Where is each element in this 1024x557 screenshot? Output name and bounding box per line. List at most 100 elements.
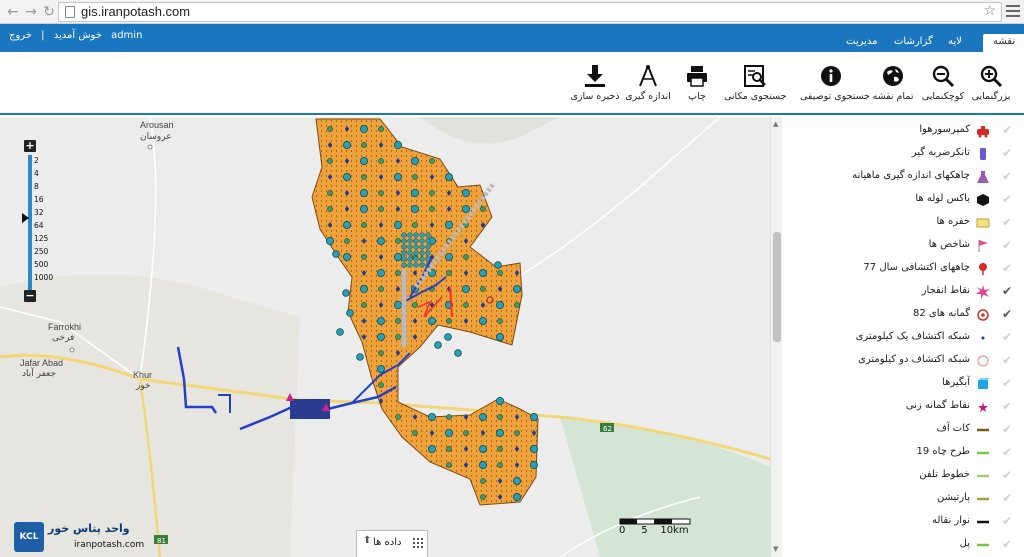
welcome-text: خوش آمدید	[53, 30, 102, 41]
browser-menu-icon[interactable]	[1006, 5, 1020, 19]
legend-item[interactable]: ✔ پارتیشن	[782, 488, 1024, 511]
layer-visibility-checkbox[interactable]: ✔	[1002, 169, 1012, 183]
layer-visibility-checkbox[interactable]: ✔	[1002, 491, 1012, 505]
legend-item[interactable]: ✔ چاهکهای اندازه گیری ماهیانه	[782, 166, 1024, 189]
scroll-thumb[interactable]	[773, 232, 781, 342]
dot-icon	[981, 336, 985, 340]
layer-visibility-checkbox[interactable]: ✔	[1002, 422, 1012, 436]
map-canvas[interactable]: 62 81 Arousan عروسان Farrokhi فرخی Jafar…	[0, 117, 770, 557]
legend-item[interactable]: ✔ شبکه اکتشاف دو کیلومتری	[782, 350, 1024, 373]
legend-item-label: خطوط تلفن	[919, 469, 970, 480]
legend-item[interactable]: ✔ تانکرضربه گیر	[782, 143, 1024, 166]
layer-visibility-checkbox[interactable]: ✔	[1002, 468, 1012, 482]
layer-visibility-checkbox[interactable]: ✔	[1002, 192, 1012, 206]
layer-visibility-checkbox[interactable]: ✔	[1002, 307, 1012, 321]
forward-arrow-icon[interactable]: →	[22, 3, 40, 21]
layer-visibility-checkbox[interactable]: ✔	[1002, 123, 1012, 137]
legend-item-label: شبکه اکتشاف دو کیلومتری	[858, 354, 970, 365]
place-label-en: Arousan	[140, 120, 174, 130]
legend-item-label: طرح چاه 19	[916, 446, 971, 457]
attribute-search-button[interactable]: جستجوی توصیفی	[800, 64, 870, 102]
tab-layer[interactable]: لایه	[938, 34, 972, 52]
target-icon	[977, 309, 989, 321]
data-panel-label: داده ها	[373, 537, 402, 548]
legend-item[interactable]: ✔ چاههای اکتشافی سال 77	[782, 258, 1024, 281]
place-label-fa: خور	[135, 381, 151, 391]
scroll-down-icon[interactable]: ▼	[773, 545, 778, 553]
legend-item[interactable]: ✔ طرح چاه 19	[782, 442, 1024, 465]
legend-item[interactable]: ✔ نقاط گمانه زنی	[782, 396, 1024, 419]
measure-button[interactable]: اندازه گیری	[617, 64, 679, 102]
legend-item[interactable]: ✔ باکس لوله ها	[782, 189, 1024, 212]
save-button[interactable]: ذخیره سازی	[564, 64, 626, 102]
layer-visibility-checkbox[interactable]: ✔	[1002, 215, 1012, 229]
full-extent-button[interactable]: تمام نقشه	[862, 64, 924, 102]
address-bar[interactable]: gis.iranpotash.com ☆	[58, 2, 1002, 22]
legend-item[interactable]: ✔ نقاط انفجار	[782, 281, 1024, 304]
place-dot	[69, 347, 75, 353]
place-label-fa: جعفر آباد	[22, 367, 56, 379]
zoom-minus-button[interactable]: −	[24, 290, 36, 302]
logout-link[interactable]: خروج	[9, 30, 32, 41]
layer-visibility-checkbox[interactable]: ✔	[1002, 284, 1012, 298]
layer-visibility-checkbox[interactable]: ✔	[1002, 376, 1012, 390]
legend-item[interactable]: ✔ کمپرسورهوا	[782, 120, 1024, 143]
legend-item[interactable]: ✔ آبگیرها	[782, 373, 1024, 396]
header-separator: |	[41, 30, 45, 41]
data-panel-toggle[interactable]: ⬆ داده ها	[356, 530, 428, 557]
burst-icon	[976, 285, 990, 299]
zoom-plus-button[interactable]: +	[24, 140, 36, 152]
user-area: admin خوش آمدید | خروج	[6, 30, 145, 41]
layer-visibility-checkbox[interactable]: ✔	[1002, 399, 1012, 413]
legend-item[interactable]: ✔ پل	[782, 534, 1024, 557]
legend-item-label: آبگیرها	[942, 377, 970, 388]
layer-visibility-checkbox[interactable]: ✔	[1002, 445, 1012, 459]
legend-item[interactable]: ✔ گمانه های 82	[782, 304, 1024, 327]
line-icon	[977, 428, 989, 432]
layer-visibility-checkbox[interactable]: ✔	[1002, 261, 1012, 275]
zoom-tick: 4	[34, 169, 39, 178]
layer-visibility-checkbox[interactable]: ✔	[1002, 330, 1012, 344]
layer-visibility-checkbox[interactable]: ✔	[1002, 537, 1012, 551]
tab-map[interactable]: نقشه	[983, 34, 1024, 52]
zoom-handle-icon[interactable]	[22, 213, 29, 223]
zoom-slider[interactable]: + 2 4 8 16 32 64 125 250 500 1000 −	[22, 140, 82, 305]
reload-icon[interactable]: ↻	[40, 3, 58, 21]
zoom-tick: 125	[34, 234, 49, 243]
zoom-track[interactable]	[28, 155, 32, 292]
tab-management[interactable]: مدیریت	[836, 34, 888, 52]
legend-item[interactable]: ✔ کات آف	[782, 419, 1024, 442]
page-icon	[65, 6, 75, 18]
spatial-search-label: جستجوی مکانی	[724, 91, 787, 102]
legend-item[interactable]: ✔ نوار نقاله	[782, 511, 1024, 534]
pin-icon	[979, 263, 987, 275]
layer-visibility-checkbox[interactable]: ✔	[1002, 238, 1012, 252]
back-arrow-icon[interactable]: ←	[4, 3, 22, 21]
measure-icon	[639, 65, 657, 87]
compressor-icon	[977, 126, 989, 138]
scroll-up-icon[interactable]: ▲	[773, 120, 778, 128]
legend-item-label: شبکه اکتشاف یک کیلومتری	[855, 331, 970, 342]
place-label-fa: عروسان	[140, 132, 172, 142]
pin-icon[interactable]: ⬆	[363, 535, 371, 546]
layer-visibility-checkbox[interactable]: ✔	[1002, 353, 1012, 367]
layer-visibility-checkbox[interactable]: ✔	[1002, 514, 1012, 528]
tab-reports[interactable]: گزارشات	[884, 34, 943, 52]
legend-item[interactable]: ✔ شبکه اکتشاف یک کیلومتری	[782, 327, 1024, 350]
place-label-en: Jafar Abad	[20, 358, 63, 368]
logo-mark: KCL	[14, 522, 44, 552]
zoom-tick: 2	[34, 156, 39, 165]
flag-icon	[978, 240, 988, 252]
hexagon-icon	[977, 194, 989, 206]
layer-visibility-checkbox[interactable]: ✔	[1002, 146, 1012, 160]
legend-item[interactable]: ✔ حفره ها	[782, 212, 1024, 235]
zoom-out-icon	[932, 65, 955, 88]
username: admin	[111, 30, 143, 41]
legend-item[interactable]: ✔ خطوط تلفن	[782, 465, 1024, 488]
bookmark-star-icon[interactable]: ☆	[983, 3, 996, 19]
attribute-search-label: جستجوی توصیفی	[800, 91, 870, 102]
legend-scrollbar[interactable]: ▲ ▼	[770, 117, 782, 557]
grid-icon	[413, 538, 423, 548]
legend-item[interactable]: ✔ شاخص ها	[782, 235, 1024, 258]
spatial-search-button[interactable]: جستجوی مکانی	[724, 64, 787, 102]
